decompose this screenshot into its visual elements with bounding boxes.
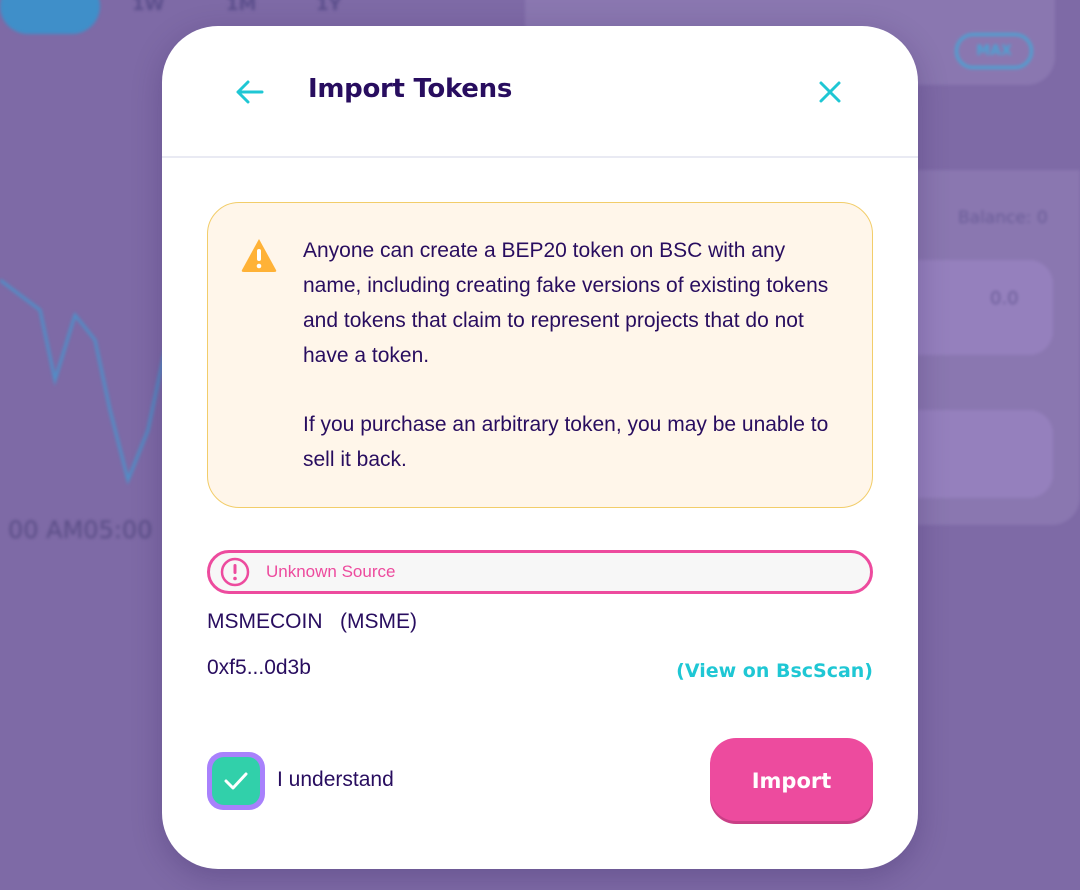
bg-max-pill: MAX <box>955 33 1033 69</box>
bg-price-chart <box>0 278 167 485</box>
bg-chart-date: 00 AM05:00 <box>8 516 153 544</box>
modal-header: Import Tokens <box>162 26 918 158</box>
token-name-symbol: MSMECOIN (MSME) <box>207 610 417 633</box>
warning-text: Anyone can create a BEP20 token on BSC w… <box>303 233 843 477</box>
view-on-bscscan-link[interactable]: (View on BscScan) <box>676 660 873 682</box>
arrow-left-icon <box>236 80 264 104</box>
bg-timeframe-active <box>0 0 100 34</box>
token-address: 0xf5...0d3b <box>207 656 311 679</box>
back-button[interactable] <box>232 74 268 110</box>
bg-tab-1m: 1M <box>226 0 257 15</box>
import-button[interactable]: Import <box>710 738 873 824</box>
warning-triangle-icon <box>241 239 277 272</box>
understand-label: I understand <box>277 768 394 791</box>
import-tokens-modal: Import Tokens Anyone can create a BEP20 … <box>162 26 918 869</box>
bg-balance: Balance: 0 <box>958 208 1048 228</box>
close-icon <box>819 81 841 103</box>
understand-checkbox[interactable] <box>207 752 265 810</box>
modal-title: Import Tokens <box>308 74 512 104</box>
checkbox-checked <box>212 757 260 805</box>
bg-tab-1w: 1W <box>132 0 165 15</box>
checkmark-icon <box>224 772 248 790</box>
source-label: Unknown Source <box>266 562 396 581</box>
warning-message: Anyone can create a BEP20 token on BSC w… <box>207 202 873 508</box>
bg-amount: 0.0 <box>990 288 1019 309</box>
bg-output-field <box>905 410 1053 498</box>
warning-paragraph-2: If you purchase an arbitrary token, you … <box>303 413 829 471</box>
warning-paragraph-1: Anyone can create a BEP20 token on BSC w… <box>303 239 829 367</box>
bg-input-field <box>905 260 1053 355</box>
close-button[interactable] <box>812 74 848 110</box>
exclamation-circle-icon <box>220 557 250 587</box>
bg-tab-1y: 1Y <box>316 0 342 15</box>
source-badge: Unknown Source <box>207 550 873 594</box>
